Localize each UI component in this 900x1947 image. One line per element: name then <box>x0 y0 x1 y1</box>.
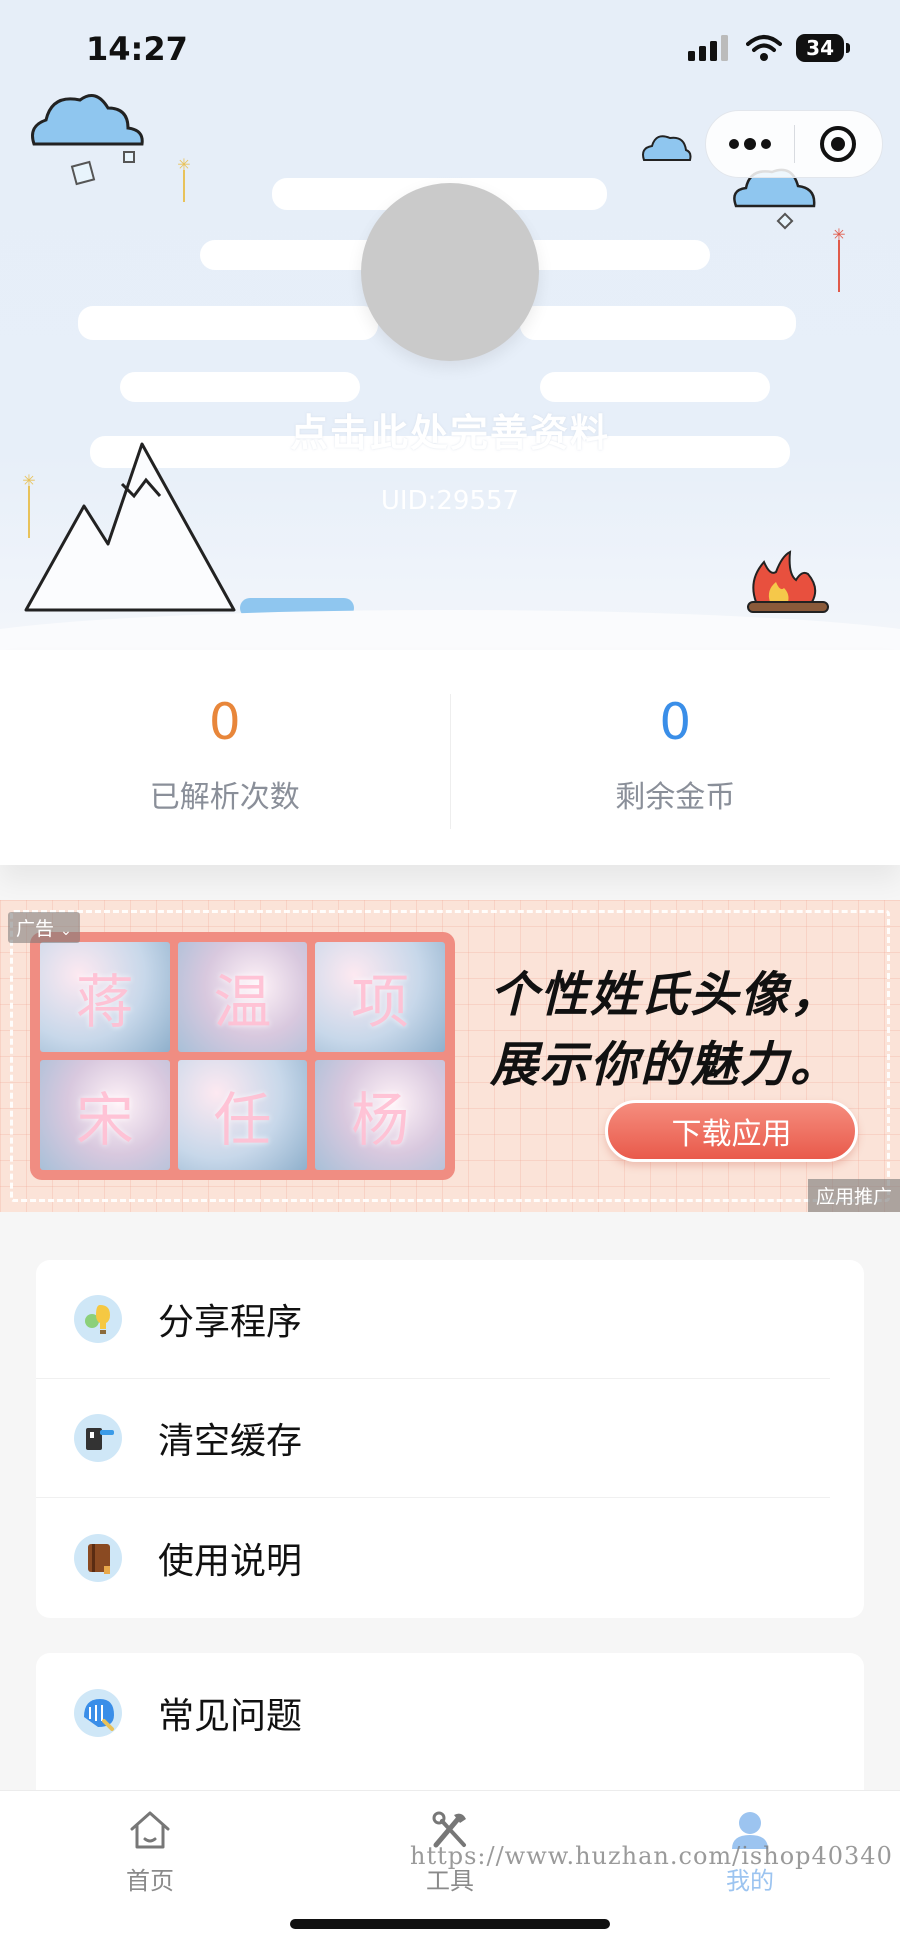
ad-headline: 个性姓氏头像， 展示你的魅力。 <box>490 960 840 1100</box>
menu-item-manual[interactable]: 使用说明 <box>36 1498 830 1617</box>
menu-item-faq[interactable]: 常见问题 <box>36 1653 830 1772</box>
ad-banner[interactable]: 蒋 温 项 宋 任 杨 个性姓氏头像， 展示你的魅力。 下载应用 广告 ⌄ 应用… <box>0 900 900 1212</box>
stat-parse-count: 0 已解析次数 <box>0 650 450 865</box>
menu-item-label: 常见问题 <box>158 1695 303 1737</box>
cloud-band <box>520 306 796 340</box>
ad-promo-label: 应用推广 <box>807 1179 900 1212</box>
complete-profile-link[interactable]: 点击此处完善资料 <box>0 402 900 457</box>
tab-label: 首页 <box>126 1867 174 1895</box>
manual-book-icon <box>74 1533 122 1582</box>
sparkle-icon: ✳ <box>177 156 191 202</box>
ad-tile: 温 <box>177 942 308 1052</box>
firework-icon: ✳ <box>832 225 846 292</box>
ad-image-gallery: 蒋 温 项 宋 任 杨 <box>30 932 455 1180</box>
status-icons: 34 <box>688 34 850 62</box>
stat-coins: 0 剩余金币 <box>451 650 900 865</box>
watermark: https://www.huzhan.com/ishop40340 <box>410 1842 893 1870</box>
tab-home[interactable]: 首页 <box>0 1791 300 1947</box>
ad-tile: 任 <box>177 1060 308 1170</box>
menu-item-label: 清空缓存 <box>158 1421 303 1462</box>
stat-label: 已解析次数 <box>149 780 300 815</box>
signal-icon <box>688 35 729 61</box>
ad-tag[interactable]: 广告 ⌄ <box>8 912 80 943</box>
cloud-icon <box>31 94 144 186</box>
menu-card-secondary: 常见问题 <box>36 1653 864 1813</box>
cloud-band <box>78 306 378 340</box>
profile-header: ✳ ✳ ✳ 14:27 34 点击此处完善资料 UID:29557 <box>0 0 900 650</box>
ad-headline-line: 展示你的魅力。 <box>490 1037 841 1093</box>
svg-text:✳: ✳ <box>832 225 845 244</box>
menu-card-primary: 分享程序 清空缓存 使用说明 <box>36 1260 864 1618</box>
cloud-band <box>520 240 710 270</box>
target-icon <box>820 126 857 162</box>
svg-text:✳: ✳ <box>177 156 190 174</box>
cloud-icon <box>642 135 692 161</box>
stat-value: 0 <box>208 693 241 751</box>
menu-item-label: 使用说明 <box>158 1540 303 1582</box>
chevron-down-icon: ⌄ <box>60 923 72 939</box>
stat-value: 0 <box>659 693 692 751</box>
menu-item-clear-cache[interactable]: 清空缓存 <box>36 1379 830 1498</box>
home-indicator <box>290 1919 610 1929</box>
mountain-icon <box>24 442 236 612</box>
ad-tile: 宋 <box>40 1060 170 1170</box>
close-miniprogram-button[interactable] <box>795 111 883 177</box>
avatar[interactable] <box>361 183 539 361</box>
more-button[interactable] <box>706 111 794 177</box>
ad-tile: 项 <box>315 942 445 1052</box>
wifi-icon <box>746 35 783 61</box>
miniprogram-capsule <box>705 110 883 178</box>
ad-tile: 杨 <box>315 1060 445 1170</box>
cloud-band <box>540 372 770 402</box>
menu-item-share[interactable]: 分享程序 <box>36 1260 830 1379</box>
user-uid: UID:29557 <box>380 486 520 516</box>
cloud-band <box>120 372 360 402</box>
stat-label: 剩余金币 <box>615 780 736 815</box>
status-bar: 14:27 34 <box>0 0 900 100</box>
more-dots-icon <box>728 138 771 150</box>
battery-indicator: 34 <box>796 34 850 62</box>
share-lightbulb-icon <box>74 1295 122 1343</box>
download-app-button[interactable]: 下载应用 <box>605 1100 858 1162</box>
campfire-icon <box>747 550 829 613</box>
menu-item-label: 分享程序 <box>158 1302 303 1343</box>
home-icon <box>130 1811 170 1849</box>
status-time: 14:27 <box>86 30 188 68</box>
clear-cache-icon <box>74 1414 122 1462</box>
ad-tag-label: 广告 <box>16 918 55 940</box>
faq-icon <box>74 1688 122 1737</box>
ad-tile: 蒋 <box>40 942 170 1052</box>
stats-panel: 0 已解析次数 0 剩余金币 <box>0 650 900 865</box>
ad-headline-line: 个性姓氏头像， <box>490 967 841 1023</box>
